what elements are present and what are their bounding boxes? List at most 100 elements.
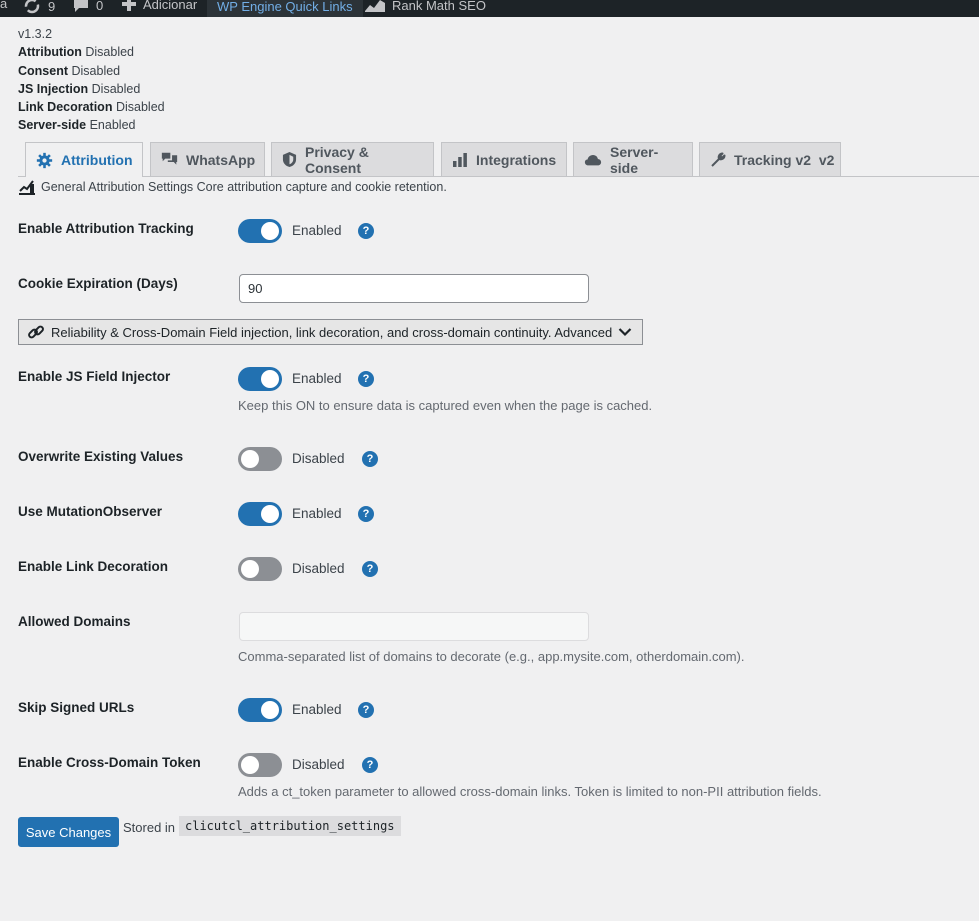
admin-bar-site-fragment-text: a <box>0 0 8 11</box>
cross-domain-token-state: Disabled <box>292 757 345 772</box>
tabs-divider <box>18 176 979 177</box>
reliability-accordion-toggle[interactable]: Reliability & Cross-Domain Field injecti… <box>18 319 643 345</box>
tab-label: Tracking v2 v2 <box>734 151 835 168</box>
section-description-text: General Attribution Settings Core attrib… <box>41 179 447 194</box>
allowed-domains-label: Allowed Domains <box>18 614 131 629</box>
gear-icon <box>36 152 53 168</box>
help-icon[interactable]: ? <box>362 561 378 577</box>
cross-domain-token-label: Enable Cross-Domain Token <box>18 755 201 770</box>
comments-count: 0 <box>96 0 104 13</box>
cookie-expiration-input[interactable] <box>239 274 589 303</box>
link-decoration-toggle[interactable] <box>238 557 282 581</box>
option-name-code: clicutcl_attribution_settings <box>179 816 401 836</box>
tab-label: Integrations <box>476 151 557 168</box>
help-icon[interactable]: ? <box>362 451 378 467</box>
js-field-injector-label: Enable JS Field Injector <box>18 369 171 384</box>
mutation-observer-toggle[interactable] <box>238 502 282 526</box>
stored-in-label: Stored in <box>123 820 176 835</box>
toggle-knob <box>241 756 259 774</box>
chart-line-icon <box>19 180 35 195</box>
attribution-tracking-state: Enabled <box>292 223 342 238</box>
rank-math-label: Rank Math SEO <box>392 0 486 13</box>
link-decoration-state: Disabled <box>292 561 345 576</box>
admin-bar-new[interactable]: Adicionar <box>121 0 197 12</box>
overwrite-existing-state: Disabled <box>292 451 345 466</box>
allowed-domains-input[interactable] <box>239 612 589 641</box>
attribution-tracking-toggle[interactable] <box>238 219 282 243</box>
js-field-injector-hint: Keep this ON to ensure data is captured … <box>238 398 653 413</box>
mutation-observer-state: Enabled <box>292 506 342 521</box>
tab-label: Server-side <box>610 143 659 176</box>
status-line-attribution: Attribution Disabled <box>18 43 165 61</box>
tab-label: Attribution <box>61 152 133 168</box>
attribution-tracking-label: Enable Attribution Tracking <box>18 221 194 236</box>
help-icon[interactable]: ? <box>362 757 378 773</box>
tab-attribution[interactable]: Attribution <box>25 142 143 177</box>
status-value: Disabled <box>115 100 165 115</box>
cookie-expiration-label: Cookie Expiration (Days) <box>18 276 178 291</box>
status-value: Disabled <box>85 45 134 60</box>
admin-bar-comments[interactable]: 0 <box>72 0 103 14</box>
toggle-knob <box>241 450 259 468</box>
mutation-observer-label: Use MutationObserver <box>18 504 163 519</box>
toggle-knob <box>261 505 279 523</box>
tab-server-side[interactable]: Server-side <box>573 142 693 176</box>
skip-signed-urls-toggle[interactable] <box>238 698 282 722</box>
status-name: Attribution <box>18 45 82 60</box>
wrench-icon <box>711 152 726 167</box>
status-name: Consent <box>18 63 68 78</box>
status-line-js-injection: JS Injection Disabled <box>18 80 165 98</box>
help-icon[interactable]: ? <box>358 223 374 239</box>
version-text: v1.3.2 <box>18 27 53 41</box>
tab-label: WhatsApp <box>186 151 256 168</box>
admin-bar-rank-math[interactable]: Rank Math SEO <box>364 0 486 14</box>
skip-signed-urls-label: Skip Signed URLs <box>18 700 135 715</box>
admin-bar-quick-links[interactable]: WP Engine Quick Links <box>207 0 363 17</box>
status-name: JS Injection <box>18 81 89 96</box>
allowed-domains-hint: Comma-separated list of domains to decor… <box>238 649 745 664</box>
js-field-injector-state: Enabled <box>292 371 342 386</box>
status-line-server-side: Server-side Enabled <box>18 116 165 134</box>
status-line-link-decoration: Link Decoration Disabled <box>18 98 165 116</box>
admin-bar: a 9 0 Adicionar WP Engine Quick Links Ra… <box>0 0 979 17</box>
quick-links-label: WP Engine Quick Links <box>217 0 353 14</box>
help-icon[interactable]: ? <box>358 506 374 522</box>
cross-domain-token-toggle[interactable] <box>238 753 282 777</box>
tab-whatsapp[interactable]: WhatsApp <box>150 142 265 176</box>
overwrite-existing-toggle[interactable] <box>238 447 282 471</box>
status-value: Disabled <box>91 81 141 96</box>
chevron-down-icon <box>618 328 632 337</box>
updates-icon <box>24 0 40 14</box>
help-icon[interactable]: ? <box>358 702 374 718</box>
tab-tracking-v2[interactable]: Tracking v2 v2 <box>699 142 841 176</box>
tab-label: Privacy & Consent <box>305 143 369 176</box>
status-name: Server-side <box>18 118 87 133</box>
cross-domain-token-hint: Adds a ct_token parameter to allowed cro… <box>238 784 822 799</box>
help-icon[interactable]: ? <box>358 371 374 387</box>
status-name: Link Decoration <box>18 100 113 115</box>
tab-integrations[interactable]: Integrations <box>441 142 567 176</box>
js-field-injector-toggle[interactable] <box>238 367 282 391</box>
status-value: Enabled <box>89 118 136 133</box>
toggle-knob <box>261 222 279 240</box>
status-value: Disabled <box>71 63 121 78</box>
cloud-icon <box>584 154 602 165</box>
tab-privacy-consent[interactable]: Privacy & Consent <box>271 142 434 176</box>
toggle-knob <box>261 370 279 388</box>
admin-bar-site-fragment[interactable]: a <box>0 0 7 11</box>
new-label: Adicionar <box>143 0 198 12</box>
admin-bar-updates[interactable]: 9 <box>22 0 55 16</box>
overwrite-existing-label: Overwrite Existing Values <box>18 449 184 464</box>
bar-chart-icon <box>453 152 467 167</box>
plugin-status: v1.3.2 Attribution Disabled Consent Disa… <box>18 25 165 135</box>
skip-signed-urls-state: Enabled <box>292 702 342 717</box>
updates-count: 9 <box>48 0 56 14</box>
link-icon <box>28 325 44 339</box>
rank-math-icon <box>365 0 385 12</box>
plus-icon <box>122 0 136 11</box>
save-changes-button[interactable]: Save Changes <box>18 817 119 847</box>
toggle-knob <box>241 560 259 578</box>
link-decoration-label: Enable Link Decoration <box>18 559 169 574</box>
shield-icon <box>282 152 297 167</box>
status-line-consent: Consent Disabled <box>18 62 165 80</box>
